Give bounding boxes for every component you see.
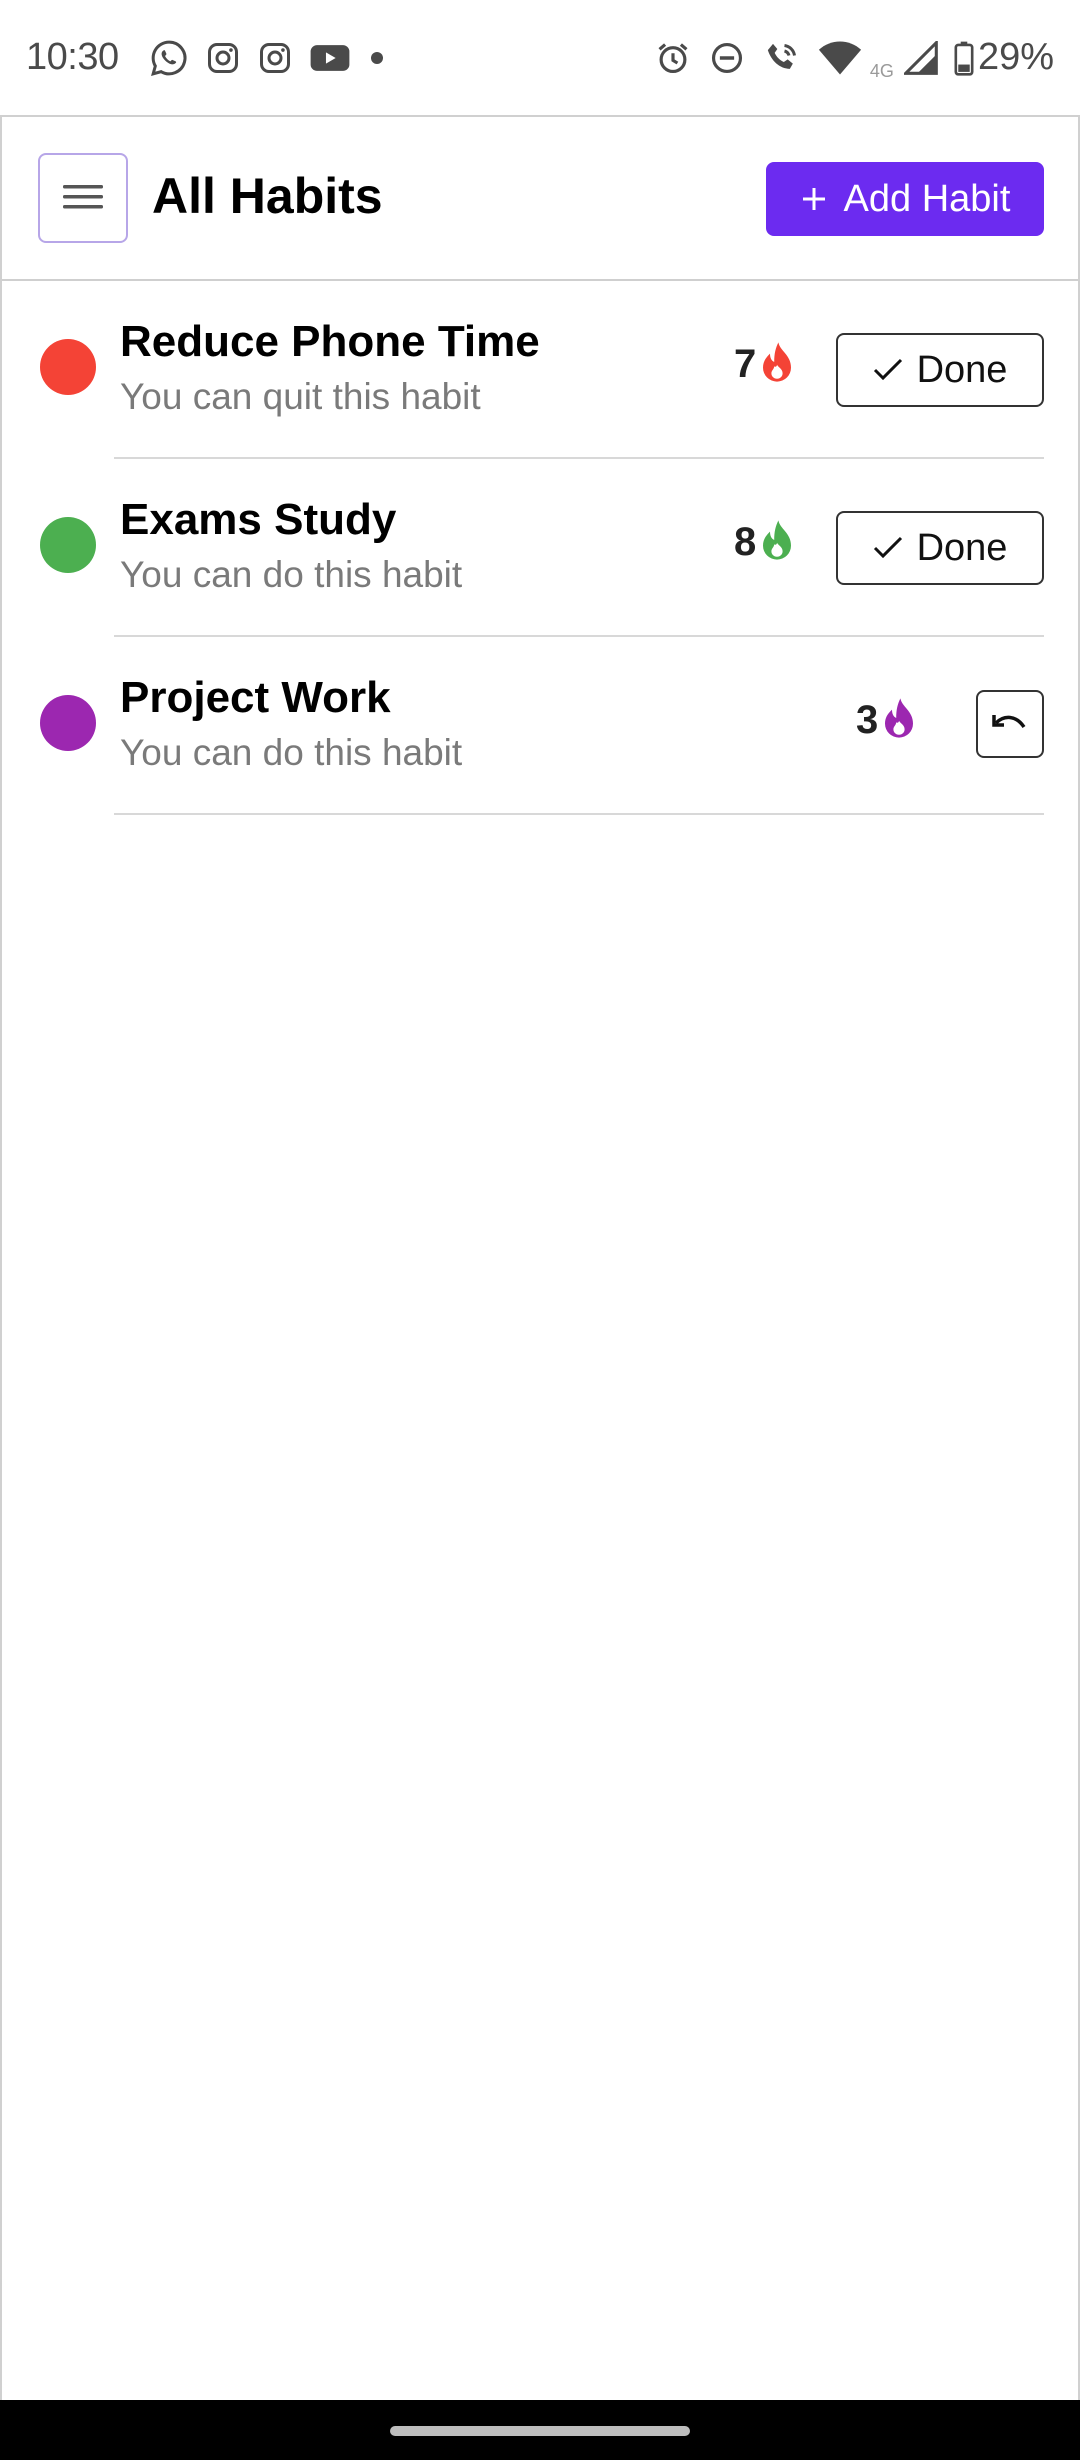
- habit-name: Exams Study: [120, 495, 397, 544]
- menu-button[interactable]: [38, 153, 128, 243]
- hamburger-icon: [61, 180, 105, 217]
- habit-color-dot: [40, 695, 96, 751]
- youtube-icon: [309, 41, 351, 75]
- navigation-bar: [0, 2400, 1080, 2460]
- check-icon: [873, 536, 903, 560]
- done-button[interactable]: Done: [836, 333, 1044, 407]
- status-left: 10:30: [26, 36, 395, 79]
- status-bar: 10:30 4G 29%: [0, 0, 1080, 115]
- streak-count: 3: [856, 698, 879, 742]
- flame-icon: [760, 341, 794, 388]
- screen: 10:30 4G 29% All Habits Add Habit Reduce…: [0, 0, 1080, 2460]
- divider: [114, 813, 1044, 815]
- streak-count: 7: [734, 342, 757, 386]
- done-label: Done: [916, 526, 1008, 569]
- habit-color-dot: [40, 339, 96, 395]
- add-habit-button[interactable]: Add Habit: [766, 162, 1044, 236]
- habit-streak: 3: [856, 697, 916, 744]
- app-container: All Habits Add Habit Reduce Phone Time Y…: [0, 115, 1080, 2400]
- status-right: 4G 29%: [646, 33, 1054, 82]
- done-label: Done: [916, 348, 1008, 391]
- habit-row[interactable]: Exams Study You can do this habit 8 Done: [2, 459, 1078, 637]
- habit-subtitle: You can do this habit: [120, 554, 463, 595]
- flame-icon: [882, 697, 916, 744]
- flame-icon: [760, 519, 794, 566]
- whatsapp-icon: [149, 38, 189, 78]
- app-header: All Habits Add Habit: [2, 117, 1078, 281]
- signal-icon: [903, 40, 938, 75]
- habit-row[interactable]: Reduce Phone Time You can quit this habi…: [2, 281, 1078, 459]
- instagram-icon: [257, 40, 293, 76]
- habit-streak: 7: [734, 341, 794, 388]
- instagram-icon: [205, 40, 241, 76]
- battery-percent: 29%: [977, 36, 1054, 78]
- streak-count: 8: [734, 520, 757, 564]
- undo-button[interactable]: [976, 690, 1044, 758]
- habit-name: Project Work: [120, 673, 391, 722]
- dnd-icon: [708, 39, 746, 77]
- habit-streak: 8: [734, 519, 794, 566]
- plus-icon: [800, 185, 828, 213]
- status-time: 10:30: [26, 36, 119, 78]
- habit-subtitle: You can do this habit: [120, 732, 463, 773]
- wifi-call-icon: [762, 38, 802, 78]
- battery-icon: [954, 40, 974, 76]
- wifi-icon: [818, 39, 862, 77]
- habit-list: Reduce Phone Time You can quit this habi…: [2, 281, 1078, 815]
- network-type: 4G: [869, 61, 894, 81]
- done-button[interactable]: Done: [836, 511, 1044, 585]
- habit-subtitle: You can quit this habit: [120, 376, 481, 417]
- alarm-icon: [654, 39, 692, 77]
- add-habit-label: Add Habit: [843, 177, 1011, 220]
- undo-icon: [992, 711, 1028, 738]
- page-title: All Habits: [152, 168, 383, 224]
- habit-name: Reduce Phone Time: [120, 317, 540, 366]
- check-icon: [873, 358, 903, 382]
- habit-row[interactable]: Project Work You can do this habit 3: [2, 637, 1078, 815]
- dot-icon: [367, 48, 387, 68]
- home-indicator[interactable]: [390, 2426, 690, 2436]
- habit-color-dot: [40, 517, 96, 573]
